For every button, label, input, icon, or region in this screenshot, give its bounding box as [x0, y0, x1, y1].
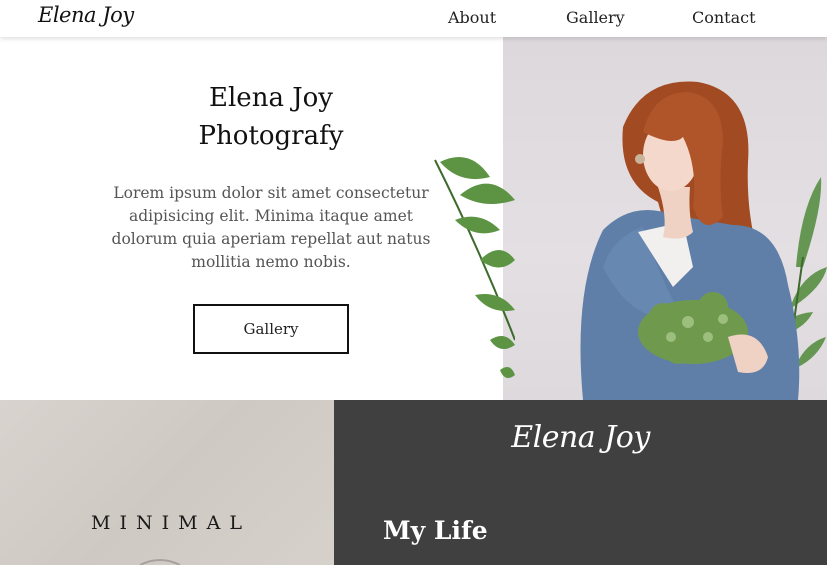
hero-title: Elena Joy Photografy [120, 79, 422, 155]
site-logo[interactable]: Elena Joy [38, 3, 134, 27]
hero-photo [503, 37, 827, 400]
nav-link-about[interactable]: About [448, 8, 496, 27]
minimal-texture [139, 559, 181, 565]
about-panel: Elena Joy My Life [334, 400, 827, 565]
about-title: My Life [383, 516, 488, 545]
leaf-decoration [434, 157, 515, 379]
about-logo: Elena Joy [511, 420, 650, 455]
top-navbar: Elena Joy About Gallery Contact [0, 0, 827, 37]
nav-link-gallery[interactable]: Gallery [566, 8, 625, 27]
hero-description: Lorem ipsum dolor sit amet consectetur a… [111, 184, 431, 271]
minimal-panel[interactable]: MINIMAL [0, 400, 334, 565]
hero-title-line1: Elena Joy [209, 83, 333, 113]
nav-link-contact[interactable]: Contact [692, 8, 756, 27]
hero-title-line2: Photografy [198, 121, 344, 151]
gallery-button[interactable]: Gallery [193, 304, 349, 354]
portrait-illustration [580, 81, 827, 400]
